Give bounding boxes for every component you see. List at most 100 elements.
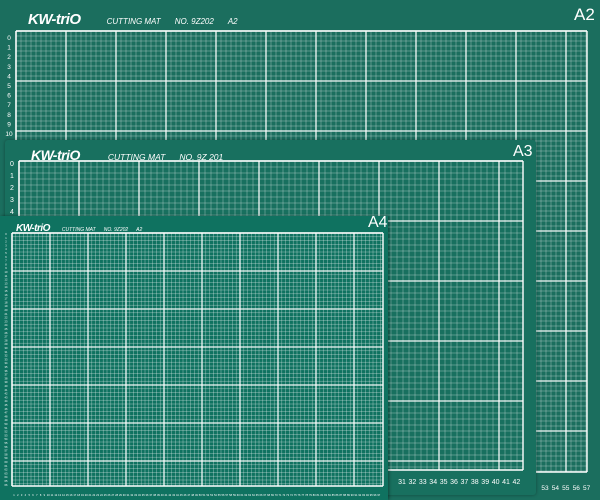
scale-label-left: 15: [5, 289, 8, 293]
cutting-mats-photo: 0 1 2 3 4 5 6 7 8 9 10 53 54 55 56 57 KW-triO CUTTING M…: [0, 0, 600, 500]
scale-label-left: 9: [7, 121, 11, 128]
mat-header-a2: KW-triO CUTTING MAT NO. 9Z202 A2: [28, 11, 252, 28]
mat-header-a3: KW-triO CUTTING MAT NO. 9Z 201: [31, 147, 237, 163]
scale-label-left: 2: [5, 240, 7, 244]
model-number: NO. 9Z 201: [179, 152, 224, 162]
scale-label-left: 61: [5, 464, 8, 468]
scale-label-bottom: 3: [21, 493, 23, 497]
scale-label-bottom: 37: [461, 479, 469, 486]
scale-label-left: 7: [5, 259, 7, 263]
scale-label-left: 4: [7, 73, 11, 80]
scale-label-left: 48: [5, 414, 8, 418]
scale-label-left: 66: [5, 483, 8, 487]
scale-label-bottom: 41: [502, 479, 510, 486]
scale-label-left: 12: [5, 278, 8, 282]
scale-label-left: 38: [5, 376, 8, 380]
scale-label-bottom: 6: [32, 493, 34, 497]
scale-label-left: 1: [10, 173, 14, 180]
scale-label-left: 0: [10, 161, 14, 168]
scale-label-left: 27: [5, 335, 8, 339]
scale-label-bottom: 57: [583, 485, 591, 492]
scale-label-left: 37: [5, 373, 8, 377]
scale-label-left: 18: [5, 300, 8, 304]
scale-label-left: 50: [5, 422, 8, 426]
scale-label-left: 29: [5, 342, 8, 346]
scale-label-bottom: 39: [481, 479, 489, 486]
scale-label-left: 8: [7, 112, 11, 119]
grid-a4: 0123456789101112131415161718192021222324…: [5, 232, 384, 497]
scale-label-bottom: 55: [562, 485, 570, 492]
scale-label-left: 42: [5, 392, 8, 396]
scale-label-left: 13: [5, 281, 8, 285]
scale-label-left: 55: [5, 441, 8, 445]
scale-label-left: 64: [5, 475, 8, 479]
scale-label-left: 32: [5, 354, 8, 358]
scale-label-left: 39: [5, 380, 8, 384]
scale-label-bottom: 34: [429, 479, 437, 486]
size-label-a2: A2: [574, 5, 595, 24]
scale-label-left: 49: [5, 418, 8, 422]
scale-label-left: 63: [5, 471, 8, 475]
scale-label-bottom: 42: [513, 479, 521, 486]
cutting-mat-title: CUTTING MAT: [107, 152, 166, 162]
cutting-mat-a4: 0 1 2 3 4 5 6 7 8 9 10 11 12 13 14 15 16 17 18 19 20 21 22 23 24…: [0, 216, 388, 500]
cutting-mat-title: CUTTING MAT: [61, 227, 96, 233]
scale-label-left: 5: [7, 83, 11, 90]
scale-label-left: 44: [5, 399, 8, 403]
scale-label-left: 65: [5, 479, 8, 483]
scale-label-left: 56: [5, 445, 8, 449]
scale-label-left: 59: [5, 456, 8, 460]
scale-label-left: 19: [5, 304, 8, 308]
scale-label-left: 10: [5, 270, 8, 274]
scale-label-left: 62: [5, 468, 8, 472]
scale-label-left: 20: [5, 308, 8, 312]
scale-label-left: 60: [5, 460, 8, 464]
scale-label-bottom: 56: [573, 485, 581, 492]
scale-label-left: 1: [7, 45, 11, 52]
scale-label-left: 51: [5, 426, 8, 430]
scale-label-left: 22: [5, 316, 8, 320]
scale-label-bottom: 32: [409, 479, 417, 486]
scale-label-left: 3: [10, 197, 14, 204]
scale-label-left: 36: [5, 369, 8, 373]
model-number: NO. 9Z202: [103, 227, 129, 233]
size-label-a4: A4: [368, 216, 388, 231]
scale-label-left: 5: [5, 251, 7, 255]
scale-label-bottom: 53: [541, 485, 549, 492]
scale-label-left: 9: [5, 266, 7, 270]
scale-label-left: 6: [5, 255, 7, 259]
scale-label-left: 8: [5, 262, 7, 266]
scale-label-left: 7: [7, 102, 11, 109]
scale-label-left: 11: [5, 274, 8, 278]
size-label-a3: A3: [513, 143, 533, 160]
scale-label-left: 1: [5, 236, 7, 240]
scale-label-left: 0: [5, 232, 7, 236]
scale-label-left: 4: [5, 247, 7, 251]
scale-label-left: 45: [5, 403, 8, 407]
scale-label-left: 6: [7, 93, 11, 100]
scale-label-bottom: 9: [44, 493, 46, 497]
brand-logo: KW-triO: [16, 223, 50, 234]
scale-label-bottom: 33: [419, 479, 427, 486]
scale-label-left: 28: [5, 338, 8, 342]
scale-label-bottom: 31: [398, 479, 406, 486]
scale-label-bottom: 38: [471, 479, 479, 486]
scale-label-left: 41: [5, 388, 8, 392]
scale-label-left: 23: [5, 319, 8, 323]
scale-label-left: 0: [7, 35, 11, 42]
scale-label-bottom: 8: [40, 493, 42, 497]
scale-label-left: 47: [5, 411, 8, 415]
scale-label-left: 52: [5, 430, 8, 434]
scale-label-left: 25: [5, 327, 8, 331]
scale-label-left: 30: [5, 346, 8, 350]
scale-label-left: 2: [7, 54, 11, 61]
scale-label-left: 4: [10, 209, 14, 216]
scale-label-bottom: 4: [25, 493, 27, 497]
size-text: A2: [136, 227, 143, 233]
scale-label-left: 33: [5, 357, 8, 361]
scale-label-left: 16: [5, 293, 8, 297]
scale-label-left: 46: [5, 407, 8, 411]
scale-label-left: 34: [5, 361, 8, 365]
scale-label-left: 17: [5, 297, 8, 301]
scale-label-left: 10: [5, 131, 13, 138]
